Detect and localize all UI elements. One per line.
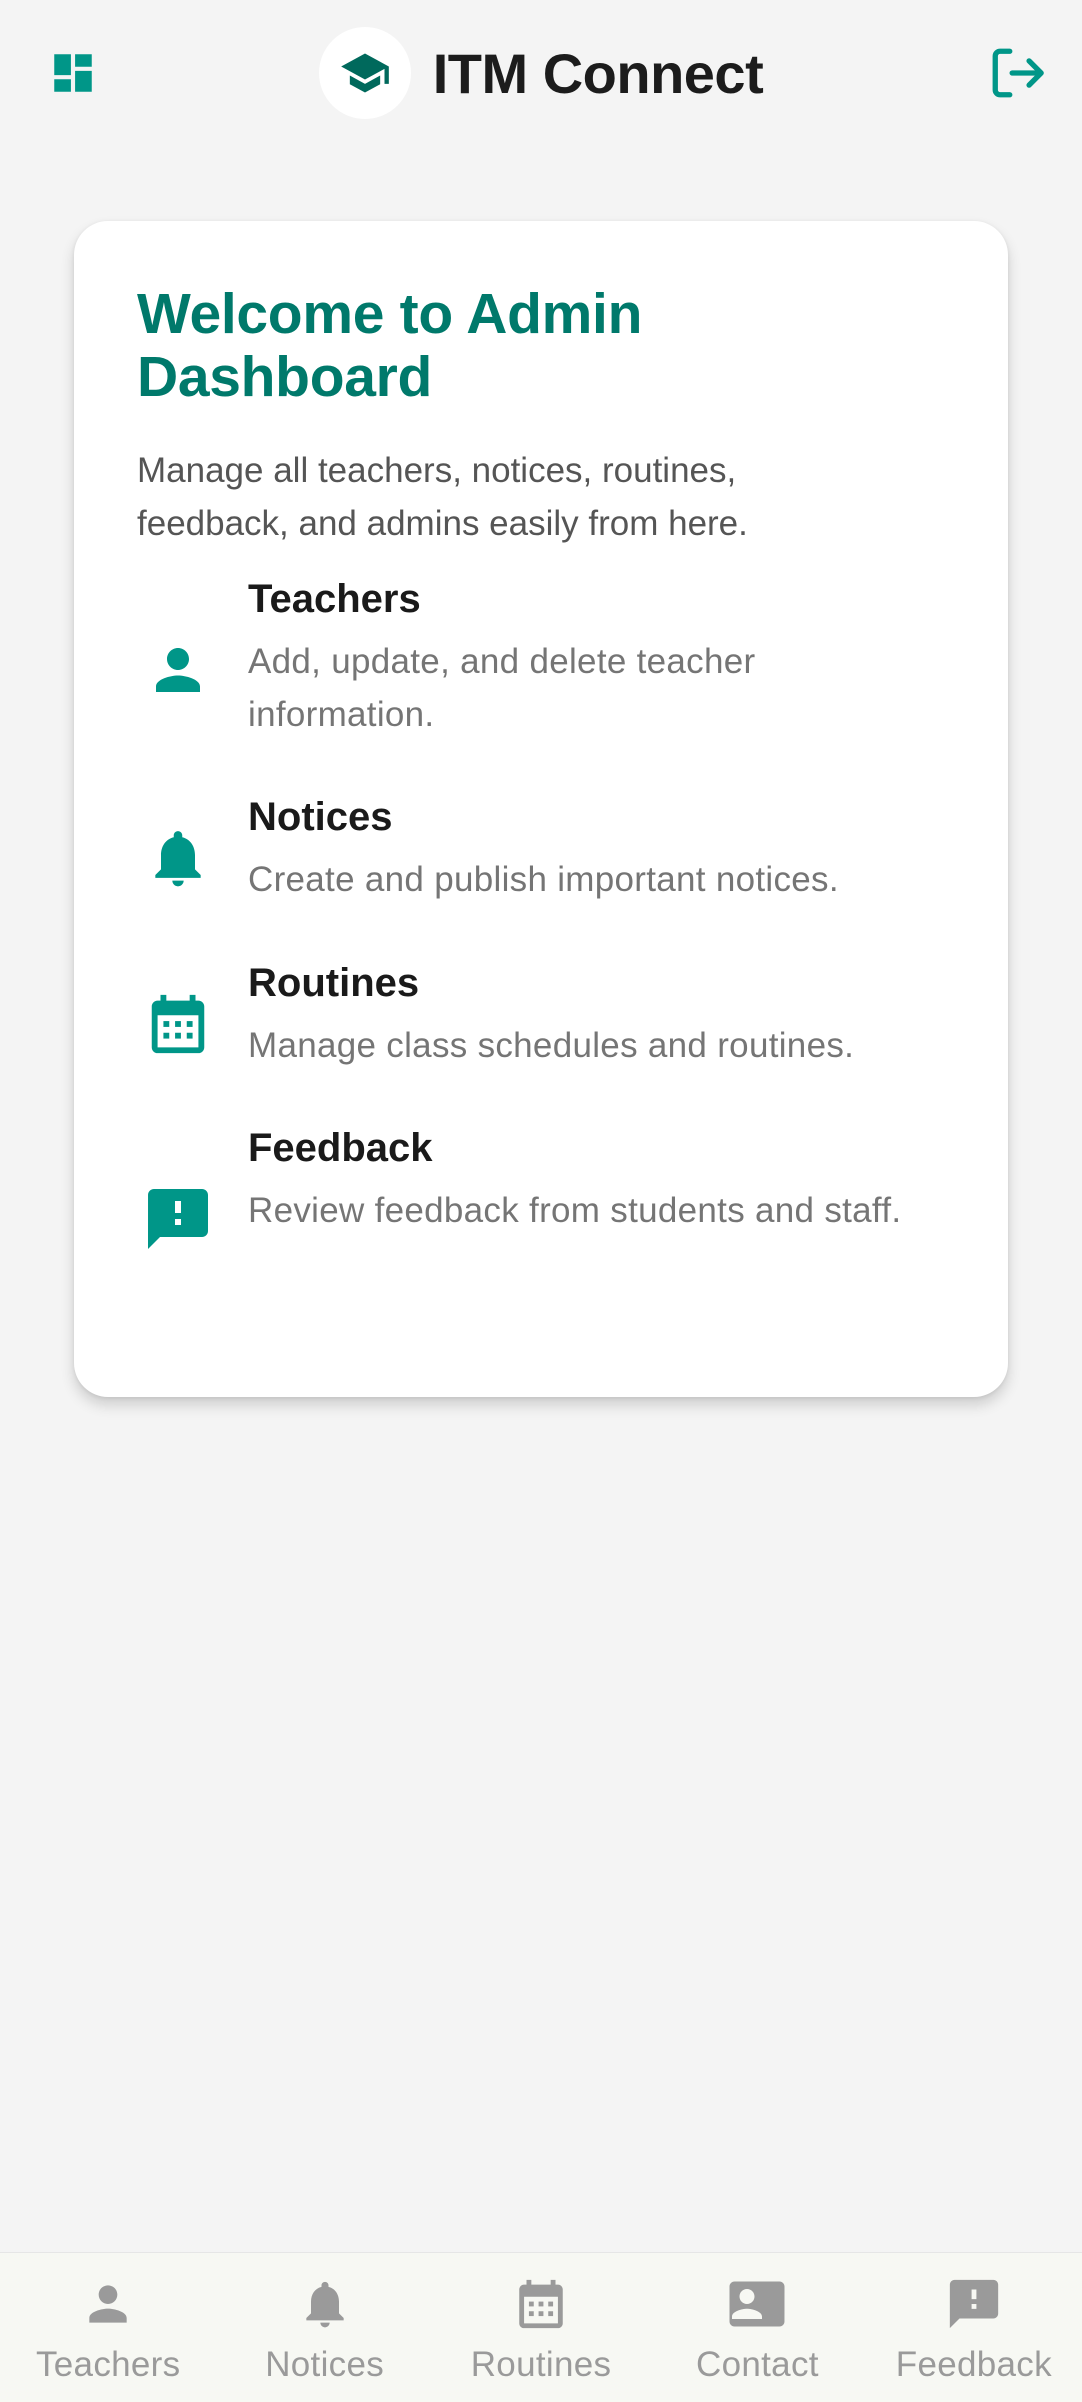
brand: ITM Connect — [318, 27, 764, 119]
nav-item-routines[interactable]: Routines — [433, 2253, 649, 2402]
bell-icon — [155, 831, 201, 887]
calendar-icon — [151, 994, 205, 1054]
feature-description: Add, update, and delete teacher informat… — [248, 642, 756, 734]
person-icon — [156, 648, 200, 692]
feature-feedback: Feedback Review feedback from students a… — [137, 1124, 901, 1314]
nav-label: Contact — [696, 2345, 819, 2384]
person-icon — [89, 2285, 127, 2323]
nav-label: Routines — [470, 2345, 612, 2384]
app-logo — [318, 27, 411, 119]
graduation-cap-icon — [340, 53, 389, 93]
nav-item-feedback[interactable]: Feedback — [866, 2253, 1082, 2402]
nav-label: Notices — [265, 2345, 385, 2384]
card-heading: Welcome to Admin Dashboard — [137, 282, 643, 409]
feature-title: Routines — [248, 961, 420, 1005]
dashboard-icon — [54, 54, 92, 92]
feature-routines: Routines Manage class schedules and rout… — [137, 959, 854, 1089]
dashboard-menu-button[interactable] — [40, 40, 106, 106]
nav-item-notices[interactable]: Notices — [216, 2253, 432, 2402]
bottom-navigation: Teachers Notices Routines Contact Feedba… — [0, 2252, 1082, 2402]
bell-icon — [305, 2281, 344, 2328]
feature-teachers: Teachers Add, update, and delete teacher… — [137, 575, 755, 765]
feedback-icon — [148, 1189, 208, 1249]
nav-label: Teachers — [35, 2345, 181, 2384]
app-title: ITM Connect — [432, 41, 764, 105]
feedback-icon — [949, 2279, 998, 2329]
feature-description: Review feedback from students and staff. — [248, 1191, 902, 1230]
feature-title: Feedback — [248, 1126, 433, 1170]
feature-description: Create and publish important notices. — [248, 860, 839, 899]
logout-icon — [992, 48, 1044, 98]
welcome-card: Welcome to Admin Dashboard Manage all te… — [74, 221, 1008, 1397]
contact-card-icon — [729, 2281, 785, 2327]
feature-notices: Notices Create and publish important not… — [137, 793, 839, 923]
nav-item-teachers[interactable]: Teachers — [0, 2253, 216, 2402]
calendar-icon — [519, 2279, 563, 2329]
nav-label: Feedback — [895, 2345, 1052, 2384]
logout-button[interactable] — [982, 40, 1052, 106]
feature-title: Notices — [248, 795, 393, 839]
card-intro: Manage all teachers, notices, routines, … — [137, 451, 748, 544]
app-bar: ITM Connect — [0, 0, 1082, 146]
nav-item-contact[interactable]: Contact — [649, 2253, 865, 2402]
feature-description: Manage class schedules and routines. — [248, 1026, 855, 1065]
feature-title: Teachers — [248, 577, 421, 621]
